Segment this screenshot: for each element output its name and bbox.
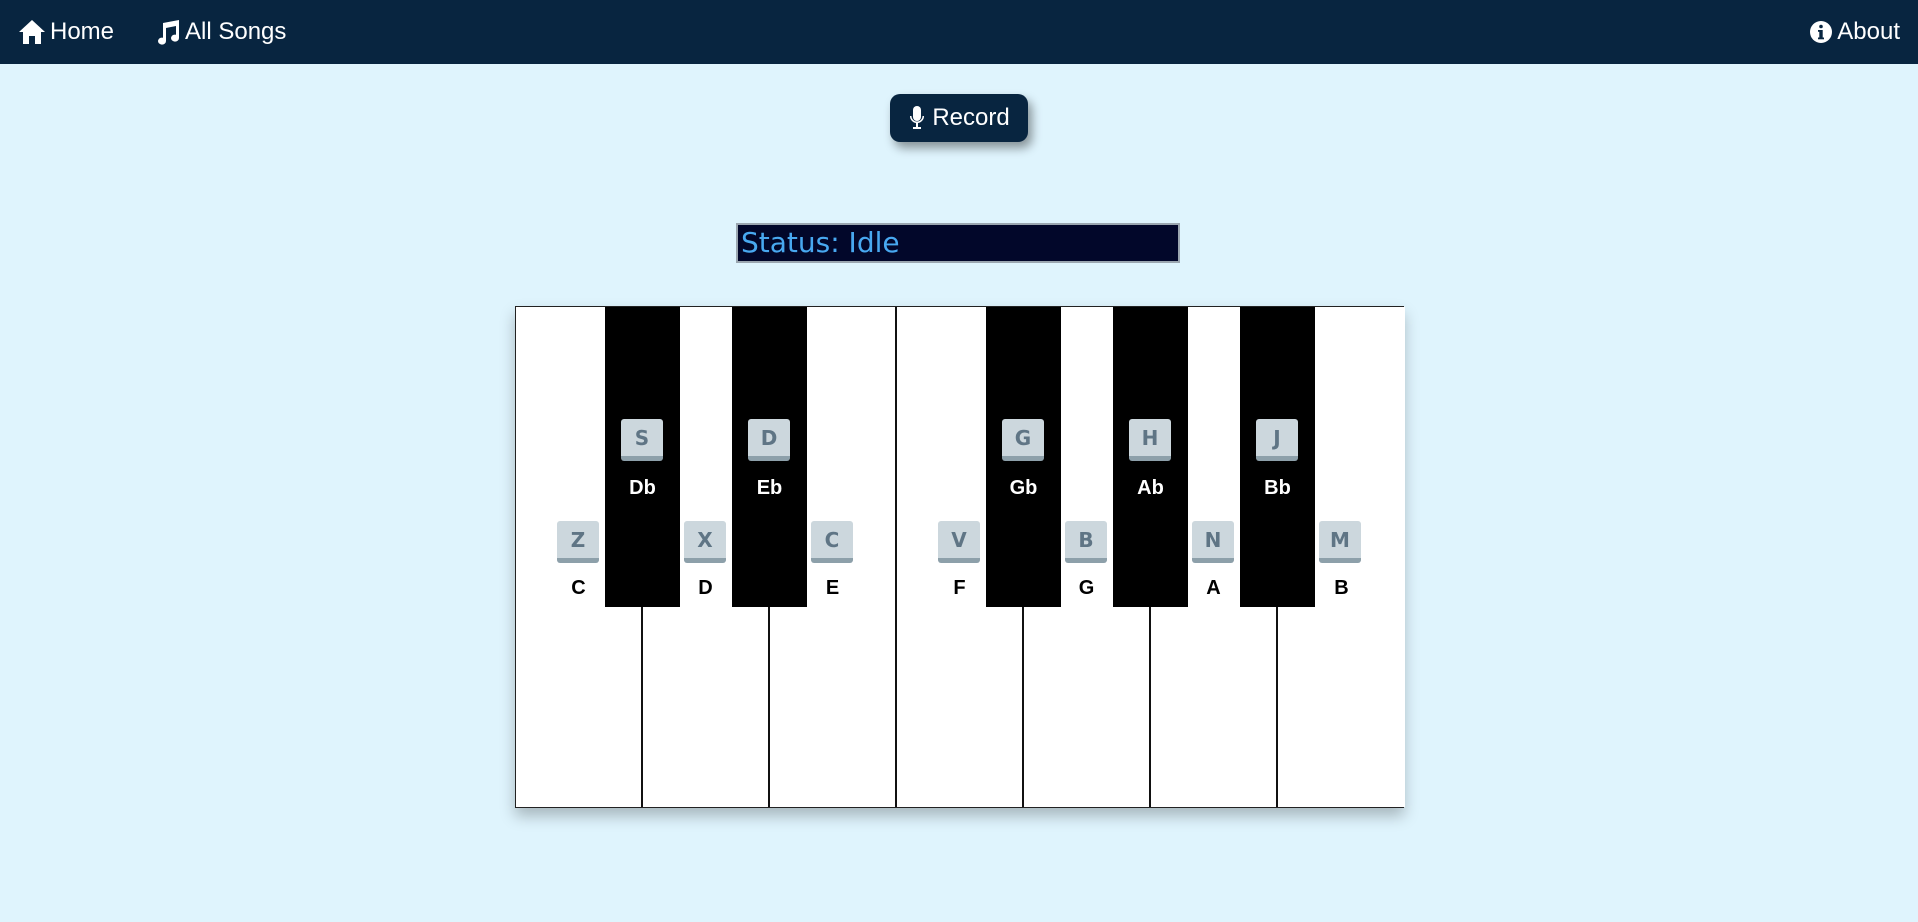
black-key-gb[interactable]: G Gb — [986, 307, 1061, 607]
keyboard-shortcut-badge: N — [1192, 521, 1234, 563]
black-key-eb[interactable]: D Eb — [732, 307, 807, 607]
nav-about-link[interactable]: About — [1809, 0, 1900, 64]
note-label: Db — [629, 477, 656, 499]
black-key-db[interactable]: S Db — [605, 307, 680, 607]
note-label: Gb — [1009, 477, 1038, 499]
keyboard-shortcut-badge: D — [748, 419, 790, 461]
nav-all-songs-label: All Songs — [185, 18, 287, 45]
nav-all-songs-link[interactable]: All Songs — [155, 0, 286, 64]
note-label: Bb — [1264, 477, 1291, 499]
nav-home-link[interactable]: Home — [18, 0, 114, 64]
navbar: Home All Songs About — [0, 0, 1918, 64]
keyboard-shortcut-badge: J — [1256, 419, 1298, 461]
nav-home-label: Home — [50, 18, 115, 45]
keyboard-shortcut-badge: Z — [557, 521, 599, 563]
black-key-ab[interactable]: H Ab — [1113, 307, 1188, 607]
keyboard-shortcut-badge: G — [1002, 419, 1044, 461]
note-label: Ab — [1137, 477, 1164, 499]
record-button[interactable]: Record — [890, 94, 1028, 142]
keyboard-shortcut-badge: X — [684, 521, 726, 563]
keyboard-shortcut-badge: S — [621, 419, 663, 461]
home-icon — [18, 19, 46, 45]
microphone-icon — [908, 105, 926, 131]
keyboard-shortcut-badge: H — [1129, 419, 1171, 461]
black-key-bb[interactable]: J Bb — [1240, 307, 1315, 607]
note-label: Eb — [756, 477, 783, 499]
keyboard-shortcut-badge: B — [1065, 521, 1107, 563]
keyboard-shortcut-badge: C — [811, 521, 853, 563]
info-icon — [1809, 20, 1833, 44]
keyboard-shortcut-badge: V — [938, 521, 980, 563]
nav-about-label: About — [1837, 18, 1900, 45]
record-button-label: Record — [932, 104, 1010, 131]
piano-keyboard: Z C X D C E V F B G N A M B S Db D Eb G Gb H Ab J Bb — [515, 306, 1405, 808]
music-note-icon — [155, 19, 181, 45]
keyboard-shortcut-badge: M — [1319, 521, 1361, 563]
status-display: Status: Idle — [736, 223, 1180, 263]
